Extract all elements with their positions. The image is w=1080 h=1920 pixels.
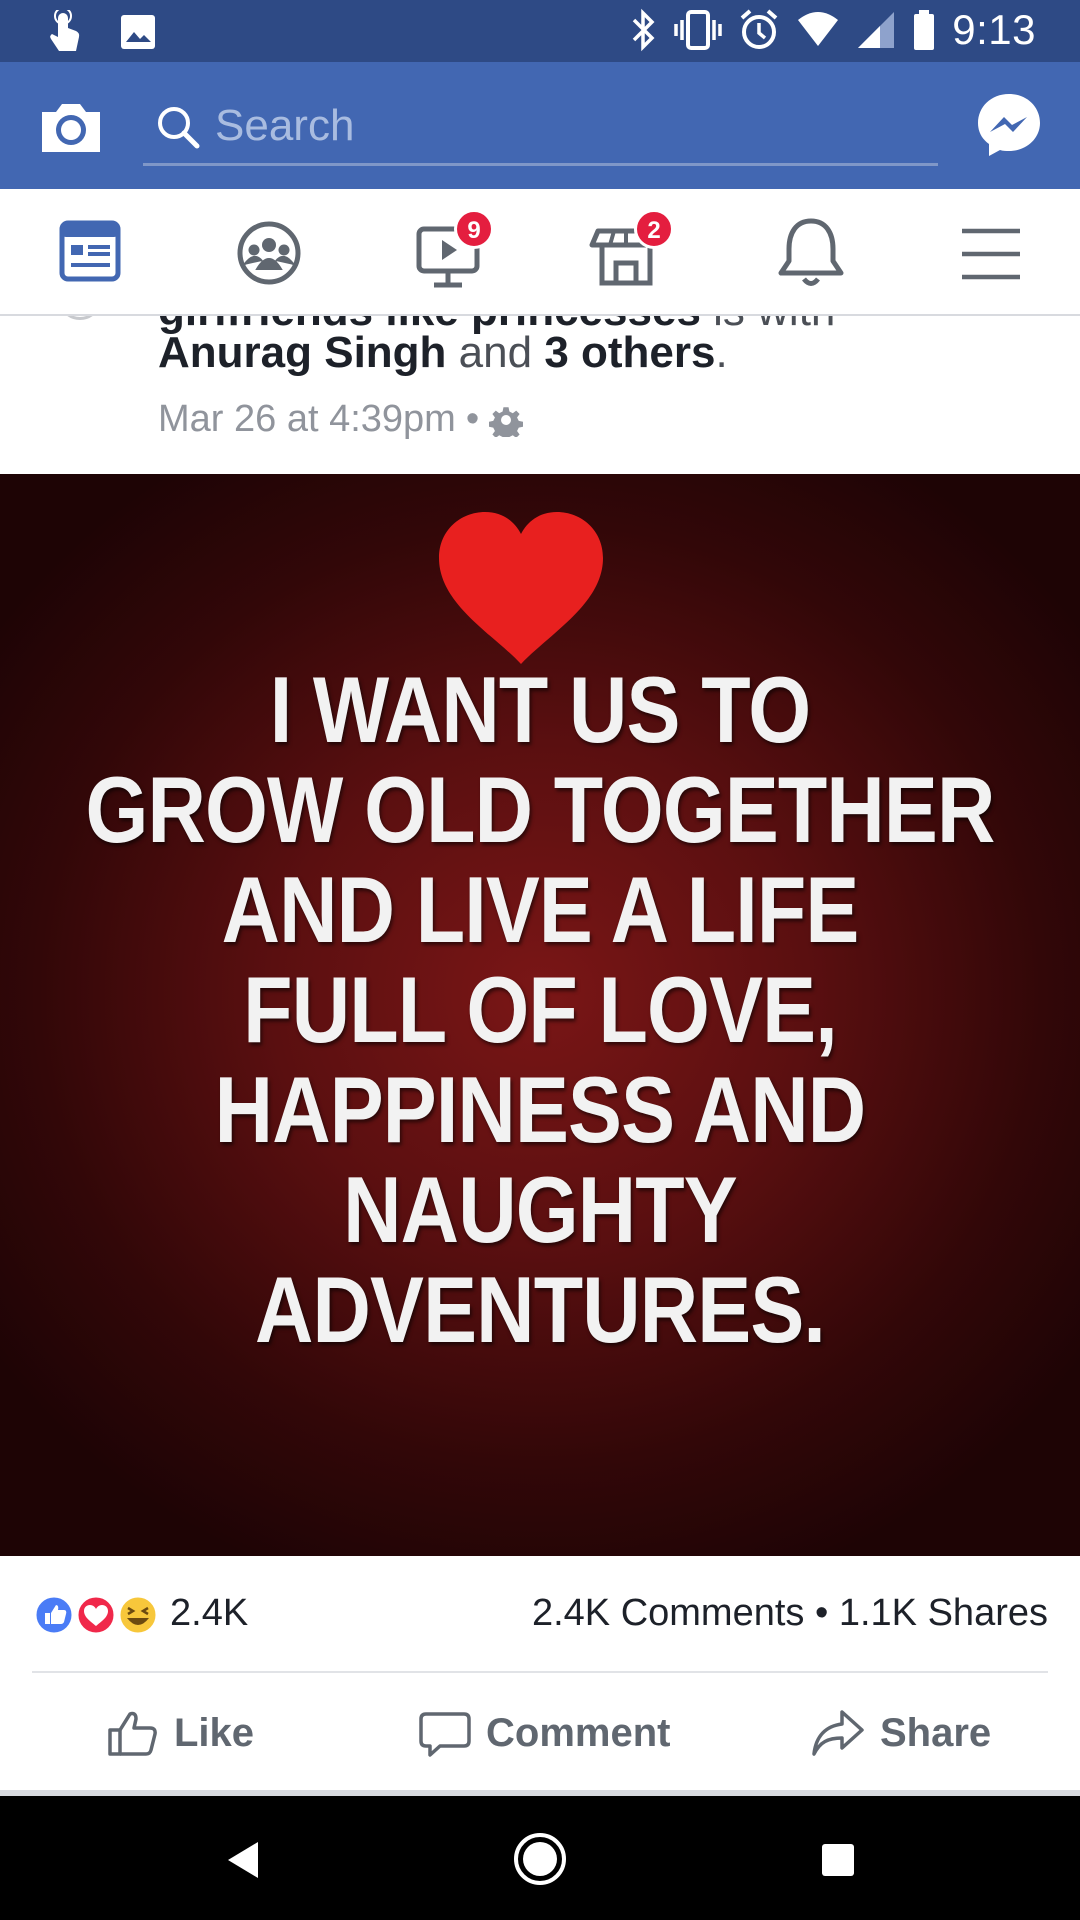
post-title-suffix: is with	[713, 316, 835, 335]
quote-line: AND LIVE A LIFE	[221, 857, 860, 962]
quote-line: ADVENTURES.	[255, 1257, 826, 1362]
avatar[interactable]	[58, 316, 102, 320]
comment-icon	[419, 1712, 471, 1757]
groups-icon	[237, 221, 301, 285]
quote-line: HAPPINESS AND	[214, 1057, 866, 1162]
android-nav-bar	[0, 1796, 1080, 1920]
recents-icon[interactable]	[810, 1832, 866, 1888]
tab-groups[interactable]	[224, 213, 314, 295]
post-header: girlfriends like princesses is with Anur…	[0, 316, 1080, 474]
bell-icon	[778, 218, 844, 286]
engagement-separator: •	[814, 1592, 829, 1634]
messenger-icon[interactable]	[976, 92, 1042, 158]
watch-badge: 9	[454, 209, 494, 249]
tab-notifications[interactable]	[766, 213, 856, 295]
tab-news-feed[interactable]	[44, 213, 134, 295]
hamburger-icon	[962, 228, 1020, 280]
like-reaction-icon	[33, 1594, 75, 1636]
post-timestamp[interactable]: Mar 26 at 4:39pm	[158, 398, 456, 441]
share-icon	[812, 1710, 864, 1756]
image-icon	[121, 15, 155, 49]
tagged-period: .	[715, 328, 728, 377]
home-icon[interactable]	[511, 1830, 569, 1888]
back-icon[interactable]	[214, 1832, 270, 1888]
quote-line: NAUGHTY	[343, 1157, 738, 1262]
quote-line: GROW OLD TOGETHER	[85, 757, 995, 862]
gear-icon	[489, 406, 524, 437]
love-reaction-icon	[75, 1594, 117, 1636]
tagged-line: Anurag Singh and 3 others.	[158, 328, 728, 378]
share-label: Share	[880, 1710, 992, 1755]
post-meta: Mar 26 at 4:39pm •	[158, 398, 524, 441]
comment-label: Comment	[486, 1710, 671, 1755]
quote-text: I WANT US TO GROW OLD TOGETHER AND LIVE …	[0, 660, 1080, 1360]
touch-icon	[50, 10, 80, 51]
engagement-summary: 2.4K Comments • 1.1K Shares	[532, 1592, 1048, 1635]
comments-count-link[interactable]: 2.4K Comments	[532, 1592, 804, 1634]
status-time: 9:13	[952, 6, 1036, 53]
tagged-conjunction: and	[458, 328, 533, 377]
share-button[interactable]: Share	[812, 1703, 991, 1763]
comment-button[interactable]: Comment	[418, 1703, 670, 1763]
heart-icon	[439, 512, 603, 664]
search-bar[interactable]	[143, 88, 938, 166]
marketplace-badge: 2	[634, 209, 674, 249]
tagged-name-link[interactable]: Anurag Singh	[158, 328, 446, 377]
meta-separator: •	[465, 398, 480, 440]
haha-reaction-icon	[117, 1594, 159, 1636]
reactions-row: 2.4K 2.4K Comments • 1.1K Shares	[0, 1556, 1080, 1672]
bluetooth-icon	[633, 8, 655, 52]
like-label: Like	[174, 1710, 255, 1755]
tab-marketplace[interactable]: 2	[584, 209, 674, 295]
news-feed-icon	[59, 220, 121, 282]
quote-line: FULL OF LOVE,	[243, 957, 837, 1062]
quote-line: I WANT US TO	[269, 657, 811, 762]
reaction-count[interactable]: 2.4K	[170, 1592, 248, 1635]
screen: 9:13 Search 9 2 Anurag Singh and 3 other…	[0, 0, 1080, 1920]
signal-icon	[858, 12, 895, 48]
shares-count-link[interactable]: 1.1K Shares	[839, 1592, 1048, 1634]
alarm-icon	[740, 9, 778, 49]
app-header	[0, 62, 1080, 189]
thumbs-up-icon	[108, 1711, 157, 1756]
status-bar: 9:13	[0, 0, 1080, 62]
reaction-icons[interactable]	[32, 1594, 162, 1636]
vibrate-icon	[674, 10, 722, 50]
post-image[interactable]: I WANT US TO GROW OLD TOGETHER AND LIVE …	[0, 474, 1080, 1556]
actions-row: Like Comment Share	[0, 1673, 1080, 1790]
tagged-others-link[interactable]: 3 others	[544, 328, 715, 377]
wifi-icon	[798, 12, 839, 46]
battery-icon	[914, 10, 935, 50]
nav-bar: 9 2	[0, 189, 1080, 316]
like-button[interactable]: Like	[106, 1703, 254, 1763]
tab-watch[interactable]: 9	[406, 209, 496, 295]
search-input[interactable]	[215, 96, 915, 156]
tab-menu[interactable]	[946, 213, 1036, 295]
search-icon	[158, 107, 200, 149]
camera-icon[interactable]	[38, 96, 104, 156]
